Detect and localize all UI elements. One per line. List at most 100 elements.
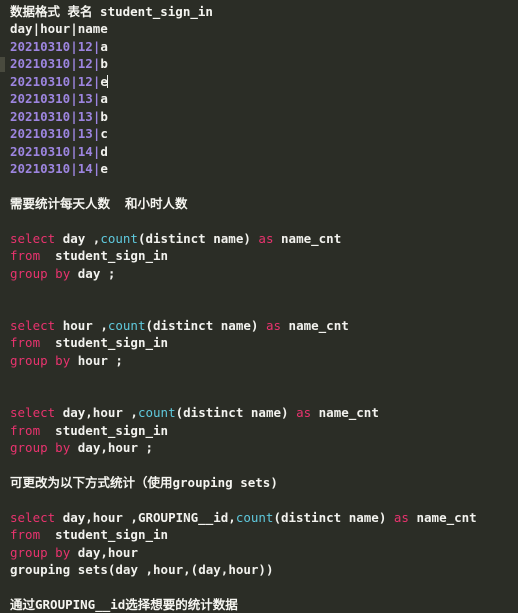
sql-punctuation: , (92, 317, 108, 333)
note-line[interactable]: 需要统计每天人数 和小时人数 (10, 195, 518, 212)
sql-punctuation (311, 405, 319, 420)
sql-code-line[interactable]: group by day ; (10, 265, 518, 282)
sql-identifier: student_sign_in (55, 422, 169, 438)
sql-identifier: name (213, 230, 244, 246)
sql-punctuation: ; (100, 265, 116, 281)
code-text-area[interactable]: 数据格式 表名 student_sign_in day|hour|name 2021… (10, 3, 518, 613)
sql-identifier: distinct (280, 509, 342, 525)
record-separator: | (70, 91, 78, 107)
code-line-blank[interactable] (10, 491, 518, 508)
sql-punctuation (40, 335, 55, 350)
code-line-blank[interactable] (10, 456, 518, 473)
sql-punctuation: ( (175, 405, 184, 421)
record-day: 20210310 (10, 91, 71, 107)
sql-identifier: day (198, 562, 221, 577)
sql-punctuation (70, 353, 78, 368)
heading-text: 数据格式 表名 student_sign_in (10, 4, 213, 19)
sql-identifier: distinct (153, 317, 214, 333)
data-record-line[interactable]: 20210310|13|c (10, 125, 518, 142)
record-name: a (100, 38, 108, 54)
sql-identifier: distinct (145, 230, 206, 246)
sql-identifier: hour (153, 562, 184, 577)
data-record-line[interactable]: 20210310|14|d (10, 143, 518, 160)
code-line-blank[interactable] (10, 299, 518, 316)
sql-punctuation (55, 318, 63, 333)
data-record-line[interactable]: 20210310|12|b (10, 55, 518, 72)
record-day: 20210310 (10, 56, 71, 72)
data-record-line[interactable]: 20210310|13|b (10, 108, 518, 125)
sql-punctuation: ; (107, 352, 123, 368)
sql-identifier: day (62, 509, 86, 525)
note-text: 通过GROUPING__id选择想要的统计数据 (10, 596, 238, 612)
sql-punctuation: ) (378, 509, 394, 525)
sql-code-line[interactable]: select day,hour ,GROUPING__id,count(dist… (10, 509, 518, 526)
sql-punctuation: , (100, 544, 108, 560)
sql-code-line[interactable]: from student_sign_in (10, 422, 518, 439)
sql-code-line[interactable]: from student_sign_in (10, 334, 518, 351)
sql-code-line[interactable]: group by day,hour ; (10, 439, 518, 456)
sql-code-line[interactable]: group by hour ; (10, 352, 518, 369)
sql-punctuation: ( (137, 230, 146, 246)
sql-code-line[interactable]: select day,hour ,count(distinct name) as… (10, 404, 518, 421)
note-line[interactable]: 可更改为以下方式统计（使用grouping sets) (10, 474, 518, 491)
sql-punctuation: ) (250, 317, 266, 333)
sql-function: count (137, 405, 176, 421)
column-header-line[interactable]: day|hour|name (10, 20, 518, 37)
code-editor-pane[interactable]: 数据格式 表名 student_sign_in day|hour|name 2021… (0, 0, 518, 612)
sql-identifier: day (77, 265, 101, 281)
sql-code-line[interactable]: select day ,count(distinct name) as name… (10, 230, 518, 247)
record-name: e (100, 160, 108, 176)
sql-identifier: name (348, 509, 379, 525)
record-day: 20210310 (10, 108, 71, 124)
record-day: 20210310 (10, 143, 71, 159)
sql-punctuation: , (85, 509, 93, 525)
code-line-blank[interactable] (10, 387, 518, 404)
record-hour: 14 (77, 143, 93, 159)
record-separator: | (70, 38, 78, 54)
sql-code-line[interactable]: group by day,hour (10, 544, 518, 561)
sql-code-line[interactable]: from student_sign_in (10, 247, 518, 264)
record-name: d (100, 143, 108, 159)
sql-keyword: by (55, 352, 71, 368)
code-line-blank[interactable] (10, 212, 518, 229)
sql-keyword: from (10, 527, 41, 543)
code-line-blank[interactable] (10, 177, 518, 194)
code-line-blank[interactable] (10, 369, 518, 386)
sql-identifier: day (115, 562, 138, 577)
note-line[interactable]: 通过GROUPING__id选择想要的统计数据 (10, 596, 518, 613)
sql-function: count (107, 317, 146, 333)
code-line-blank[interactable] (10, 282, 518, 299)
sql-punctuation: ) (281, 405, 297, 421)
data-record-line[interactable]: 20210310|13|a (10, 90, 518, 107)
sql-function: count (235, 509, 274, 525)
sql-punctuation (70, 440, 78, 455)
sql-identifier: student_sign_in (55, 248, 169, 264)
current-line-gutter-marker (0, 57, 5, 72)
data-format-heading[interactable]: 数据格式 表名 student_sign_in (10, 3, 518, 20)
sql-identifier: GROUPING__id (137, 509, 229, 525)
note-text: 需要统计每天人数 和小时人数 (10, 195, 188, 211)
record-name: c (100, 126, 108, 142)
sql-punctuation (273, 231, 281, 246)
column-header-text: day|hour|name (10, 21, 108, 37)
sql-keyword: group (10, 544, 48, 560)
sql-code-line[interactable]: select hour ,count(distinct name) as nam… (10, 317, 518, 334)
note-text: 可更改为以下方式统计（使用grouping sets) (10, 474, 278, 490)
record-day: 20210310 (10, 73, 71, 89)
record-hour: 14 (77, 160, 93, 176)
sql-identifier: hour (92, 509, 123, 525)
data-record-line[interactable]: 20210310|14|e (10, 160, 518, 177)
data-record-line[interactable]: 20210310|12|a (10, 38, 518, 55)
sql-punctuation: ( (273, 509, 281, 525)
sql-keyword: by (55, 265, 71, 281)
sql-punctuation (243, 405, 251, 420)
record-separator: | (70, 143, 78, 159)
sql-code-line[interactable]: from student_sign_in (10, 526, 518, 543)
sql-keyword: as (296, 405, 312, 421)
record-name: b (100, 108, 108, 124)
code-line-blank[interactable] (10, 578, 518, 595)
sql-punctuation: ; (137, 439, 154, 455)
text-caret (107, 74, 109, 88)
data-record-line[interactable]: 20210310|12|e (10, 73, 518, 90)
sql-code-line[interactable]: grouping sets(day ,hour,(day,hour)) (10, 561, 518, 578)
